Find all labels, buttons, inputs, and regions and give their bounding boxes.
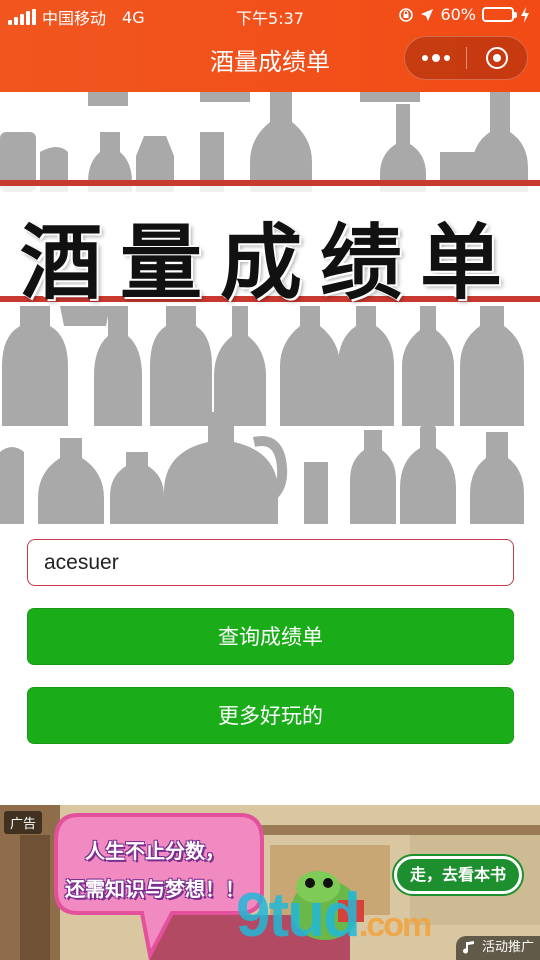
ad-bubble-line2: 还需知识与梦想！！ [65, 877, 245, 901]
status-bar: 中国移动 4G 下午5:37 60% [0, 0, 540, 30]
target-close-icon[interactable] [467, 36, 527, 80]
ad-bubble-line1: 人生不止分数， [85, 839, 225, 863]
watermark-text: 9tud [236, 881, 361, 950]
top-bar: 中国移动 4G 下午5:37 60% 酒量成绩单 [0, 0, 540, 92]
banner-heading: 酒量成绩单 [19, 216, 520, 311]
watermark: 9tud.com [236, 880, 432, 951]
more-fun-button[interactable]: 更多好玩的 [27, 687, 514, 744]
query-report-button[interactable]: 查询成绩单 [27, 608, 514, 665]
mini-program-capsule [404, 36, 528, 80]
ad-footer-label[interactable]: 活动推广 [455, 936, 540, 960]
hero-banner: 酒量成绩单 [0, 92, 540, 524]
music-note-icon [462, 941, 474, 954]
battery-percent: 60% [440, 5, 476, 24]
orientation-lock-icon [399, 7, 414, 22]
title-band: 酒量成绩单 [0, 180, 540, 311]
ad-footer-text: 活动推广 [481, 940, 534, 955]
watermark-suffix: .com [358, 906, 432, 944]
nav-bar: 酒量成绩单 [0, 30, 540, 92]
battery-icon [482, 7, 517, 22]
name-input[interactable] [27, 539, 514, 586]
ad-tag: 广告 [4, 811, 43, 834]
charging-bolt-icon [521, 6, 529, 23]
location-arrow-icon [421, 8, 434, 21]
more-dots-icon[interactable] [405, 36, 466, 80]
